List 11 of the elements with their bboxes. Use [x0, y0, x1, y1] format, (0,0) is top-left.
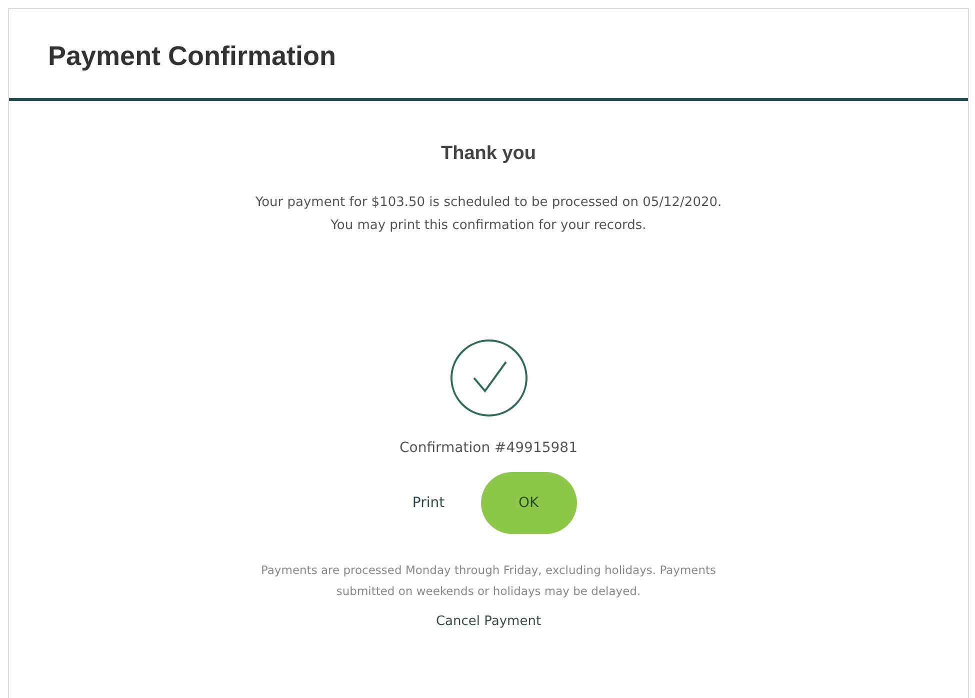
message-text: You may print this confirmation for your records. — [330, 217, 648, 235]
heading: Thank you — [440, 143, 536, 165]
checkmark-circle-icon — [448, 338, 528, 418]
ok-button[interactable]: OK — [480, 472, 577, 534]
note-text: Payments are processed Monday through Friday, excluding holidays. Payments — [260, 562, 716, 579]
print-button[interactable]: Print — [410, 491, 447, 515]
message-text: Your payment for $103.50 is scheduled to be processed on 05/12/2020. — [255, 194, 722, 212]
dialog-title: Payment Confirmation — [48, 41, 336, 72]
note-text: submitted on weekends or holidays may be delayed. — [335, 583, 642, 600]
cancel-payment-link[interactable]: Cancel Payment — [436, 614, 542, 629]
confirmation-number: Confirmation #49915981 — [399, 440, 578, 456]
